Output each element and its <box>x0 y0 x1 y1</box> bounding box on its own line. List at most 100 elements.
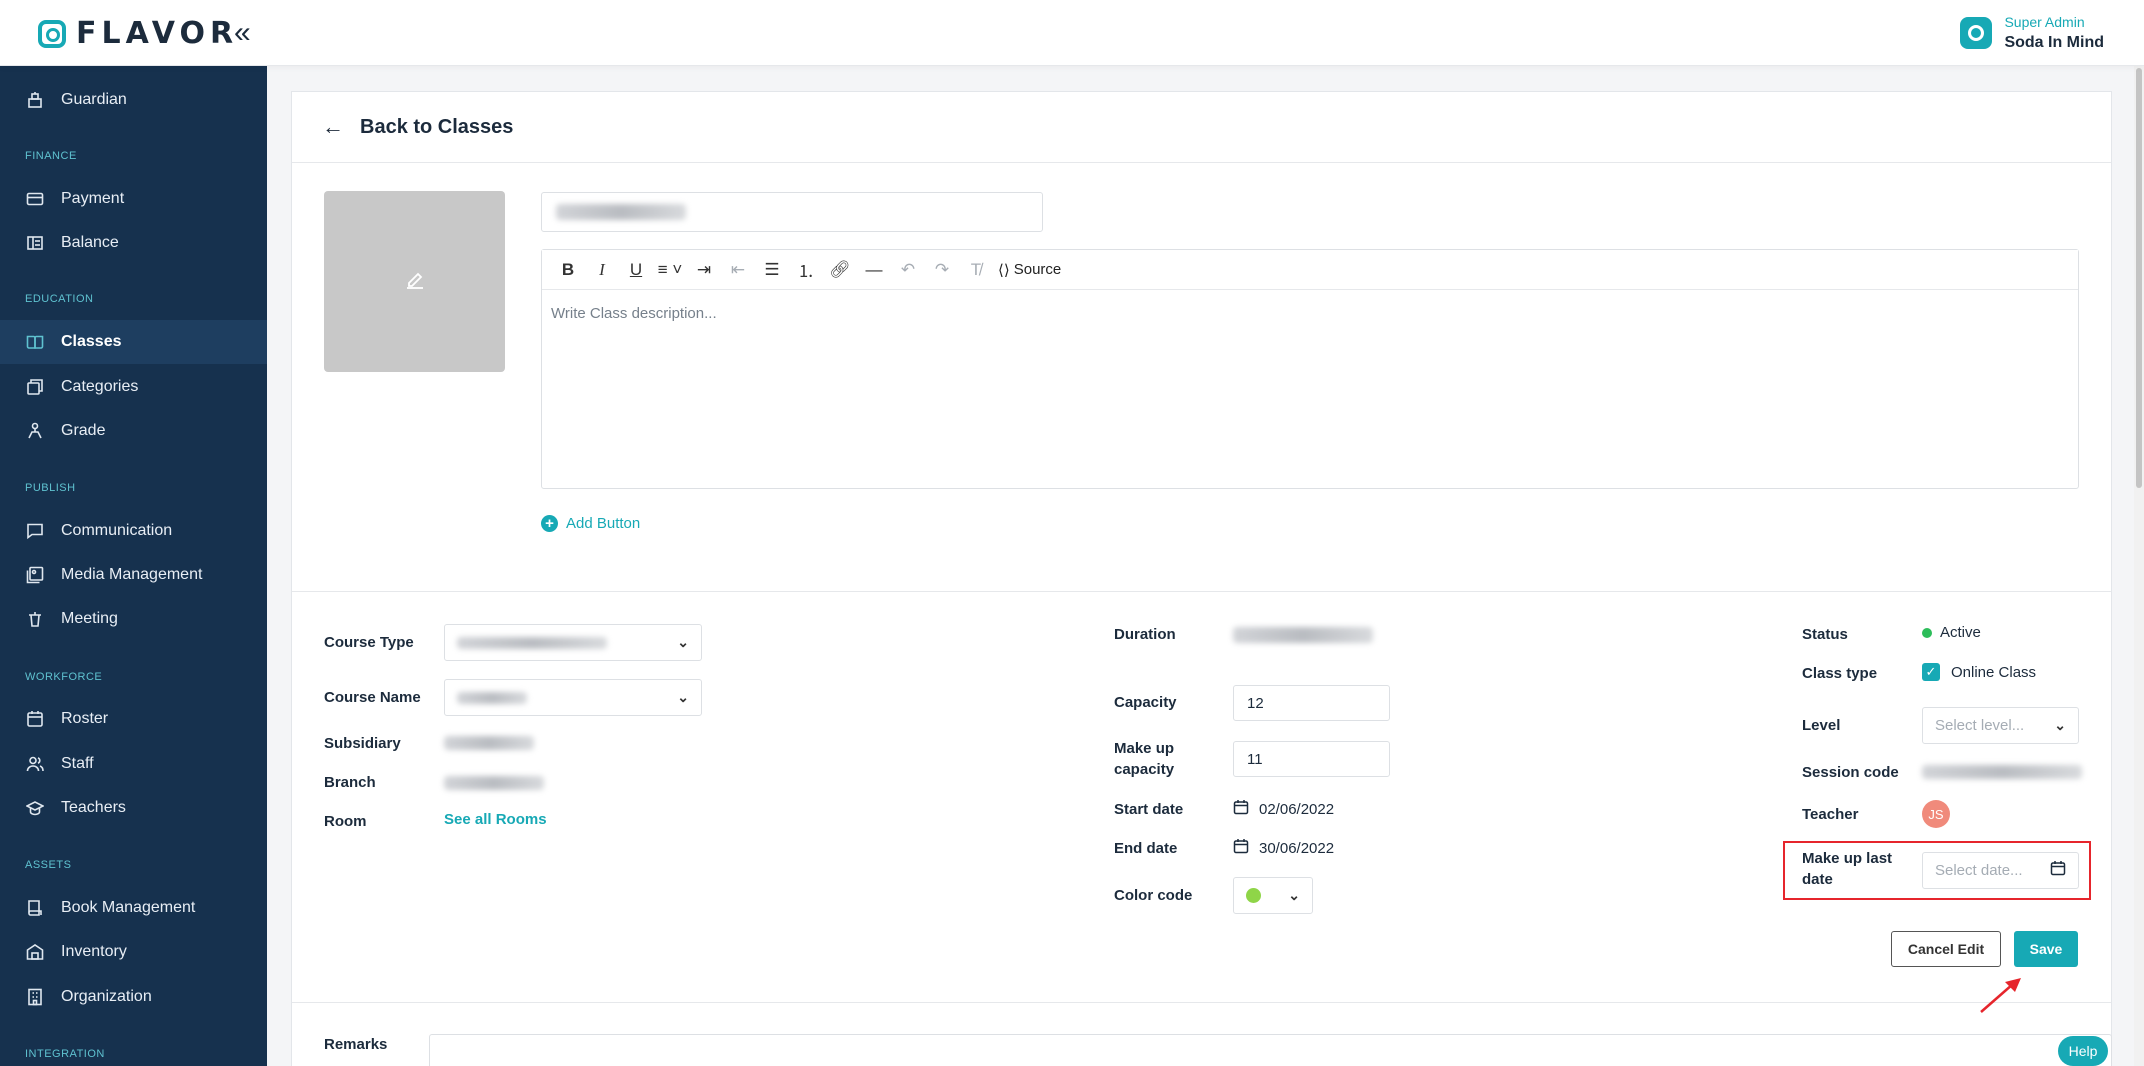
sidebar-item-label: Grade <box>61 422 106 439</box>
chevron-down-icon: ⌄ <box>677 689 689 705</box>
sidebar-item-guardian[interactable]: Guardian <box>0 78 267 122</box>
session-code-value <box>1922 765 2082 779</box>
class-image-upload[interactable] <box>324 191 505 372</box>
help-button[interactable]: Help <box>2058 1036 2108 1066</box>
course-type-select[interactable]: ⌄ <box>444 624 702 661</box>
sidebar-section-publish: PUBLISH <box>25 482 76 494</box>
sidebar-item-communication[interactable]: Communication <box>0 509 267 553</box>
sidebar-item-classes[interactable]: Classes <box>0 320 267 364</box>
remove-format-icon[interactable]: T̸ <box>960 255 992 285</box>
sidebar-item-label: Balance <box>61 234 119 251</box>
outdent-icon[interactable]: ⇤ <box>722 255 754 285</box>
capacity-input[interactable]: 12 <box>1233 685 1390 721</box>
course-name-label: Course Name <box>324 689 421 706</box>
color-swatch <box>1246 888 1261 903</box>
book-open-icon <box>25 332 45 352</box>
page-scrollbar-thumb[interactable] <box>2136 68 2142 488</box>
sidebar-item-label: Organization <box>61 988 152 1005</box>
course-name-select[interactable]: ⌄ <box>444 679 702 716</box>
duration-value <box>1233 627 1373 643</box>
sidebar-item-categories[interactable]: Categories <box>0 365 267 409</box>
editor-content[interactable]: Write Class description... <box>542 290 2078 337</box>
image-gallery-icon <box>25 565 45 585</box>
session-code-label: Session code <box>1802 764 1899 781</box>
class-type-text: Online Class <box>1951 663 2037 681</box>
sidebar-item-label: Roster <box>61 710 109 727</box>
user-profile[interactable]: Super Admin Soda In Mind <box>1960 14 2104 52</box>
app-logo[interactable]: FLAVOR <box>38 16 238 51</box>
sidebar-item-balance[interactable]: Balance <box>0 221 267 265</box>
sidebar-item-payment[interactable]: Payment <box>0 177 267 221</box>
sidebar-item-book-management[interactable]: Book Management <box>0 886 267 930</box>
italic-icon[interactable]: I <box>586 255 618 285</box>
sidebar-item-meeting[interactable]: Meeting <box>0 597 267 641</box>
user-name: Soda In Mind <box>2004 34 2104 51</box>
sidebar-item-teachers[interactable]: Teachers <box>0 786 267 830</box>
redacted-subsidiary <box>444 736 534 750</box>
redacted-course-name <box>457 691 527 704</box>
sidebar-item-staff[interactable]: Staff <box>0 742 267 786</box>
collapse-sidebar-button[interactable]: « <box>234 16 251 50</box>
sidebar-item-media-management[interactable]: Media Management <box>0 553 267 597</box>
back-to-classes-link[interactable]: ← Back to Classes <box>322 114 513 140</box>
source-button[interactable]: ⟨⟩ Source <box>994 255 1065 285</box>
podium-icon <box>25 609 45 629</box>
cancel-edit-button[interactable]: Cancel Edit <box>1891 931 2001 967</box>
link-icon[interactable]: 🔗︎ <box>824 255 856 285</box>
makeup-capacity-label: Make up capacity <box>1114 740 1175 778</box>
redacted-duration <box>1233 627 1373 643</box>
source-label: Source <box>1013 261 1062 278</box>
level-select[interactable]: Select level... ⌄ <box>1922 707 2079 744</box>
bulleted-list-icon[interactable]: ☰ <box>756 255 788 285</box>
see-all-rooms-link[interactable]: See all Rooms <box>444 811 547 828</box>
class-type-label: Class type <box>1802 665 1878 682</box>
chevron-down-icon: ⌄ <box>2054 717 2066 733</box>
teacher-value[interactable]: JS <box>1922 800 1950 828</box>
sidebar-item-label: Teachers <box>61 799 126 816</box>
top-header: FLAVOR « Super Admin Soda In Mind <box>0 0 2144 66</box>
calendar-icon <box>25 709 45 729</box>
sidebar-item-label: Staff <box>61 755 94 772</box>
numbered-list-icon[interactable]: ⒈ <box>790 255 822 285</box>
source-code-icon: ⟨⟩ <box>998 261 1010 279</box>
end-date-label: End date <box>1114 840 1178 857</box>
redo-icon[interactable]: ↷ <box>926 255 958 285</box>
sidebar-item-organization[interactable]: Organization <box>0 975 267 1019</box>
class-name-input[interactable] <box>541 192 1043 232</box>
graduation-cap-icon <box>25 798 45 818</box>
sidebar-item-grade[interactable]: Grade <box>0 409 267 453</box>
makeup-capacity-input[interactable]: 11 <box>1233 741 1390 777</box>
level-placeholder: Select level... <box>1935 717 2025 734</box>
online-class-checkbox[interactable]: ✓ <box>1922 663 1940 681</box>
start-date-value[interactable]: 02/06/2022 <box>1233 799 1334 819</box>
horizontal-line-icon[interactable]: — <box>858 255 890 285</box>
sidebar-item-roster[interactable]: Roster <box>0 697 267 741</box>
undo-icon[interactable]: ↶ <box>892 255 924 285</box>
start-date-text: 02/06/2022 <box>1259 800 1335 818</box>
subsidiary-value <box>444 736 534 750</box>
start-date-label: Start date <box>1114 801 1184 818</box>
align-dropdown-icon[interactable]: ≡ ˅ <box>654 255 686 285</box>
ledger-icon <box>25 233 45 253</box>
arrow-left-icon: ← <box>322 114 344 139</box>
end-date-value[interactable]: 30/06/2022 <box>1233 838 1334 858</box>
save-button[interactable]: Save <box>2014 931 2078 967</box>
rich-text-editor[interactable]: B I U ≡ ˅ ⇥ ⇤ ☰ ⒈ 🔗︎ — ↶ ↷ T̸ ⟨⟩ Source … <box>541 249 2079 489</box>
status-label: Status <box>1802 626 1848 643</box>
sidebar-section-education: EDUCATION <box>25 293 94 305</box>
underline-icon[interactable]: U <box>620 255 652 285</box>
guardian-icon <box>25 90 45 110</box>
add-button-link[interactable]: + Add Button <box>541 515 640 532</box>
branch-value <box>444 776 544 790</box>
sidebar-item-inventory[interactable]: Inventory <box>0 930 267 974</box>
bold-icon[interactable]: B <box>552 255 584 285</box>
highlight-annotation <box>1783 841 2091 900</box>
status-value: Active <box>1922 624 1981 641</box>
remarks-input[interactable] <box>429 1034 2112 1066</box>
indent-icon[interactable]: ⇥ <box>688 255 720 285</box>
user-avatar-icon <box>1960 17 1993 49</box>
room-label: Room <box>324 813 367 830</box>
book-icon <box>25 898 45 918</box>
sidebar-item-label: Media Management <box>61 566 203 583</box>
color-code-select[interactable]: ⌄ <box>1233 877 1313 914</box>
